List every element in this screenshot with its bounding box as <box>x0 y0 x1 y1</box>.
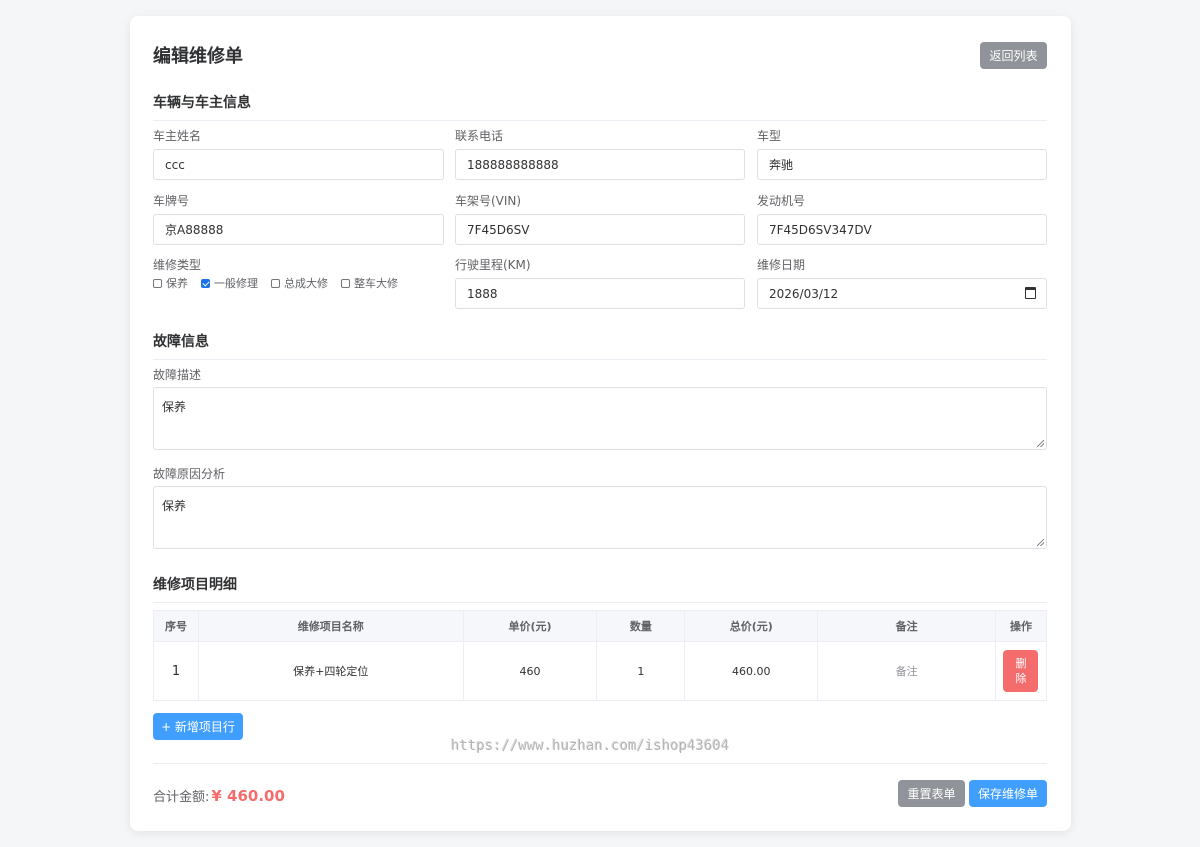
fault-cause-label: 故障原因分析 <box>153 467 226 481</box>
checkbox-assembly-overhaul[interactable] <box>271 278 280 288</box>
table-header-row: 序号 维修项目名称 单价(元) 数量 总价(元) 备注 操作 <box>153 610 1048 642</box>
table-row: 1 保养+四轮定位 460 1 460.00 备注 删除 <box>153 641 1048 701</box>
column-header-total: 总价(元) <box>684 610 819 642</box>
fault-description-label: 故障描述 <box>153 368 202 382</box>
row-action-cell: 删除 <box>994 641 1048 701</box>
row-total: 460.00 <box>684 641 819 701</box>
model-label: 车型 <box>757 129 782 143</box>
owner-name-field: 车主姓名 ccc <box>153 129 444 180</box>
fault-cause-textarea[interactable]: 保养 <box>153 486 1047 549</box>
repair-type-label: 维修类型 <box>153 258 202 272</box>
model-input[interactable]: 奔驰 <box>757 149 1047 180</box>
owner-name-label: 车主姓名 <box>153 129 202 143</box>
add-item-row-button[interactable]: + 新增项目行 <box>153 713 243 740</box>
vin-label: 车架号(VIN) <box>455 194 522 208</box>
resize-handle-icon[interactable] <box>1037 539 1044 546</box>
phone-label: 联系电话 <box>455 129 504 143</box>
fault-description-textarea[interactable]: 保养 <box>153 387 1047 450</box>
phone-field: 联系电话 188888888888 <box>455 129 745 180</box>
repair-type-field: 维修类型 保养 一般修理 总成大修 整车大修 <box>153 258 444 298</box>
engine-field: 发动机号 7F45D6SV347DV <box>757 194 1047 245</box>
repair-items-table: 序号 维修项目名称 单价(元) 数量 总价(元) 备注 操作 1 保养+四轮定位… <box>153 610 1048 701</box>
option-label: 整车大修 <box>354 277 398 290</box>
plate-label: 车牌号 <box>153 194 190 208</box>
section-title-items: 维修项目明细 <box>153 574 1047 603</box>
reset-form-button[interactable]: 重置表单 <box>898 780 965 807</box>
fault-cause-field: 故障原因分析 保养 <box>153 467 1047 549</box>
plate-field: 车牌号 京A88888 <box>153 194 444 245</box>
repair-type-option-maintenance[interactable]: 保养 <box>153 275 188 291</box>
column-header-remark: 备注 <box>817 610 996 642</box>
column-header-name: 维修项目名称 <box>197 610 464 642</box>
section-title-fault: 故障信息 <box>153 331 1047 360</box>
column-header-price: 单价(元) <box>462 610 598 642</box>
column-header-index: 序号 <box>153 610 199 642</box>
owner-name-input[interactable]: ccc <box>153 149 444 180</box>
row-qty-input[interactable]: 1 <box>596 641 686 701</box>
option-label: 一般修理 <box>214 277 258 290</box>
engine-label: 发动机号 <box>757 194 806 208</box>
plate-input[interactable]: 京A88888 <box>153 214 444 245</box>
repair-type-option-assembly[interactable]: 总成大修 <box>271 275 328 291</box>
total-label: 合计金额: <box>153 790 210 805</box>
resize-handle-icon[interactable] <box>1037 440 1044 447</box>
calendar-icon[interactable] <box>1025 287 1036 299</box>
vin-input[interactable]: 7F45D6SV <box>455 214 745 245</box>
repair-type-checkbox-group: 保养 一般修理 总成大修 整车大修 <box>153 275 411 291</box>
fault-description-value: 保养 <box>162 400 187 414</box>
row-index: 1 <box>153 641 199 701</box>
repair-type-option-vehicle[interactable]: 整车大修 <box>341 275 398 291</box>
total-value: ¥ 460.00 <box>211 787 285 805</box>
repair-date-input[interactable]: 2026/03/12 <box>757 278 1047 309</box>
option-label: 总成大修 <box>284 277 328 290</box>
back-to-list-button[interactable]: 返回列表 <box>980 41 1047 69</box>
repair-date-label: 维修日期 <box>757 258 806 272</box>
engine-input[interactable]: 7F45D6SV347DV <box>757 214 1047 245</box>
model-field: 车型 奔驰 <box>757 129 1047 180</box>
delete-row-button[interactable]: 删除 <box>1003 650 1039 692</box>
checkbox-maintenance[interactable] <box>153 278 162 288</box>
vin-field: 车架号(VIN) 7F45D6SV <box>455 194 745 245</box>
column-header-qty: 数量 <box>596 610 686 642</box>
repair-type-option-general[interactable]: 一般修理 <box>201 275 258 291</box>
repair-date-value: 2026/03/12 <box>769 286 839 301</box>
repair-date-field: 维修日期 2026/03/12 <box>757 258 1047 309</box>
mileage-label: 行驶里程(KM) <box>455 258 531 272</box>
mileage-field: 行驶里程(KM) 1888 <box>455 258 745 309</box>
row-item-name-input[interactable]: 保养+四轮定位 <box>197 641 464 701</box>
row-price-input[interactable]: 460 <box>462 641 598 701</box>
repair-order-form-card: 编辑维修单 返回列表 车辆与车主信息 车主姓名 ccc 联系电话 1888888… <box>130 16 1071 831</box>
row-remark-input[interactable]: 备注 <box>817 641 996 701</box>
save-order-button[interactable]: 保存维修单 <box>969 780 1047 807</box>
option-label: 保养 <box>166 277 188 290</box>
column-header-action: 操作 <box>994 610 1048 642</box>
page-header: 编辑维修单 返回列表 <box>153 40 1047 70</box>
section-title-vehicle: 车辆与车主信息 <box>153 92 1047 121</box>
mileage-input[interactable]: 1888 <box>455 278 745 309</box>
phone-input[interactable]: 188888888888 <box>455 149 745 180</box>
page-title: 编辑维修单 <box>153 46 243 67</box>
checkbox-vehicle-overhaul[interactable] <box>341 278 350 288</box>
fault-cause-value: 保养 <box>162 499 187 513</box>
footer-divider <box>153 763 1047 764</box>
total-amount-display: 合计金额: ¥ 460.00 <box>153 786 285 805</box>
checkbox-general-repair[interactable] <box>201 278 210 288</box>
fault-description-field: 故障描述 保养 <box>153 368 1047 450</box>
watermark-text: https://www.huzhan.com/ishop43604 <box>451 738 730 754</box>
